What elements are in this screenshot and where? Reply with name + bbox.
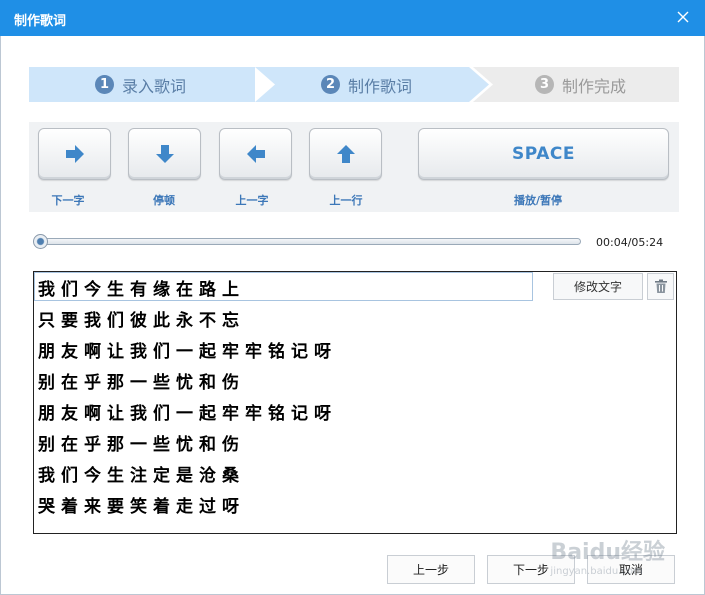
prev-char-label: 上一字 [235, 194, 269, 207]
lyric-line[interactable]: 朋友啊让我们一起牢牢铭记呀 [38, 399, 337, 424]
watermark-url: jingyan.baidu.com [550, 566, 643, 577]
lyric-line[interactable]: 只要我们彼此永不忘 [38, 306, 245, 331]
arrow-up-icon [336, 145, 355, 163]
close-icon[interactable] [675, 9, 691, 25]
next-char-key[interactable] [38, 128, 111, 180]
trash-icon [654, 279, 667, 293]
lyric-line[interactable]: 朋友啊让我们一起牢牢铭记呀 [38, 337, 337, 362]
step-2-label: 制作歌词 [348, 76, 413, 96]
window-title: 制作歌词 [14, 14, 67, 29]
arrow-right-icon [65, 145, 84, 163]
playback-progress-track[interactable] [35, 238, 581, 245]
pause-key[interactable] [128, 128, 201, 180]
delete-button[interactable] [647, 273, 674, 300]
step-separator-2 [467, 67, 493, 102]
lyric-line[interactable]: 别在乎那一些忧和伤 [38, 368, 245, 393]
step-separator-1 [251, 67, 275, 102]
step-1: 1 录入歌词 [29, 67, 269, 102]
edit-text-button[interactable]: 修改文字 [553, 273, 643, 300]
prev-char-key[interactable] [219, 128, 292, 180]
play-pause-label: 播放/暂停 [513, 194, 563, 207]
lyrics-editor[interactable]: 我们今生有缘在路上 只要我们彼此永不忘 朋友啊让我们一起牢牢铭记呀 别在乎那一些… [33, 271, 677, 534]
playback-time: 00:04/05:24 [596, 236, 664, 249]
pause-label: 停顿 [153, 194, 175, 207]
arrow-left-icon [246, 145, 265, 163]
space-key[interactable]: SPACE [418, 128, 669, 180]
title-bar: 制作歌词 [0, 0, 705, 36]
lyric-line[interactable]: 哭着来要笑着走过呀 [38, 492, 245, 517]
step-2-number: 2 [321, 75, 340, 94]
baidu-watermark: Baidu经验 jingyan.baidu.com [550, 534, 665, 577]
lyric-line[interactable]: 别在乎那一些忧和伤 [38, 430, 245, 455]
prev-line-key[interactable] [309, 128, 382, 180]
step-1-number: 1 [95, 75, 114, 94]
arrow-down-icon [155, 145, 174, 163]
step-progress: 1 录入歌词 2 制作歌词 3 制作完成 [29, 67, 679, 102]
playback-progress-handle[interactable] [33, 234, 48, 249]
lyric-line[interactable]: 我们今生有缘在路上 [38, 275, 245, 300]
step-1-label: 录入歌词 [122, 76, 187, 96]
step-3-number: 3 [535, 75, 554, 94]
prev-line-label: 上一行 [329, 194, 363, 207]
lyric-line[interactable]: 我们今生注定是沧桑 [38, 461, 245, 486]
shortcut-key-panel: SPACE 下一字 停顿 上一字 上一行 播放/暂停 [29, 122, 679, 212]
step-3-label: 制作完成 [562, 76, 627, 96]
step-3: 3 制作完成 [469, 67, 679, 102]
watermark-logo: Baidu经验 [550, 540, 665, 565]
prev-step-button[interactable]: 上一步 [387, 555, 475, 584]
next-char-label: 下一字 [51, 194, 85, 207]
